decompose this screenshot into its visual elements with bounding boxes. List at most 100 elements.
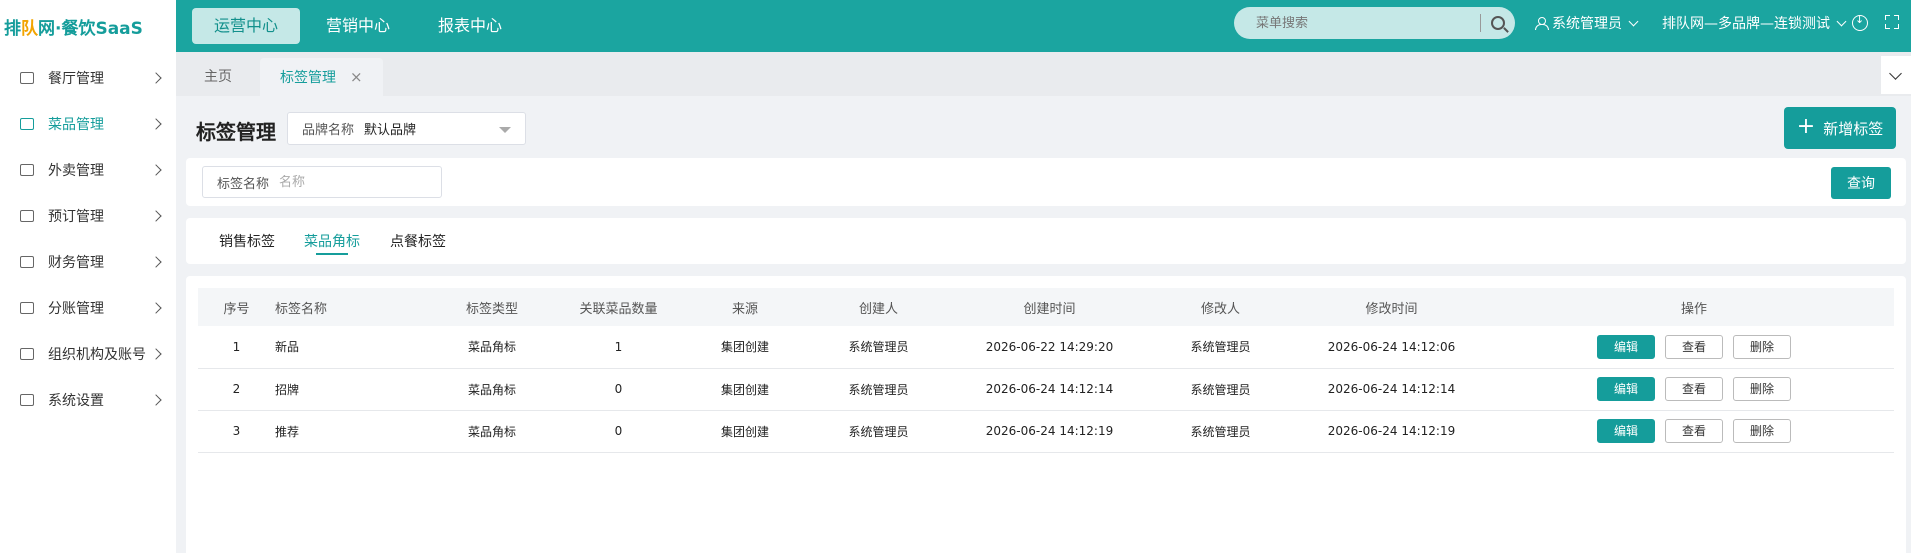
tab-home[interactable]: 主页 bbox=[184, 58, 252, 96]
view-button[interactable]: 查看 bbox=[1665, 419, 1723, 443]
close-icon[interactable]: × bbox=[350, 68, 363, 86]
store-icon bbox=[20, 72, 34, 84]
view-button[interactable]: 查看 bbox=[1665, 377, 1723, 401]
tag-type-tabs: 销售标签 菜品角标 点餐标签 bbox=[186, 218, 1906, 264]
edit-button[interactable]: 编辑 bbox=[1597, 419, 1655, 443]
logo-area: 排队网·餐饮SaaS bbox=[0, 0, 176, 52]
reservation-icon bbox=[20, 210, 34, 222]
cell-source: 集团创建 bbox=[680, 326, 810, 369]
cell-modified-time: 2026-06-24 14:12:06 bbox=[1289, 326, 1494, 369]
chevron-right-icon bbox=[150, 164, 162, 176]
user-menu[interactable]: 系统管理员 bbox=[1535, 0, 1639, 46]
menu-search-input[interactable] bbox=[1256, 15, 1476, 31]
cell-created-time: 2026-06-24 14:12:19 bbox=[947, 410, 1152, 453]
edit-button[interactable]: 编辑 bbox=[1597, 377, 1655, 401]
cell-tag-type: 菜品角标 bbox=[427, 368, 557, 411]
sidebar-item-label: 菜品管理 bbox=[48, 117, 104, 133]
tag-table: 序号 标签名称 标签类型 关联菜品数量 来源 创建人 创建时间 修改人 修改时间… bbox=[198, 288, 1894, 453]
cell-source: 集团创建 bbox=[680, 368, 810, 411]
query-button[interactable]: 查询 bbox=[1831, 167, 1891, 199]
cell-dish-count: 0 bbox=[557, 368, 680, 411]
col-actions: 操作 bbox=[1494, 288, 1894, 326]
sidebar-item-label: 预订管理 bbox=[48, 209, 104, 225]
cell-creator: 系统管理员 bbox=[810, 410, 947, 453]
menu-search bbox=[1234, 7, 1515, 39]
cell-created-time: 2026-06-24 14:12:14 bbox=[947, 368, 1152, 411]
chevron-right-icon bbox=[150, 256, 162, 268]
cell-actions: 编辑 查看 删除 bbox=[1494, 368, 1894, 411]
cell-modified-time: 2026-06-24 14:12:19 bbox=[1289, 410, 1494, 453]
sidebar-item-restaurant[interactable]: 餐厅管理 bbox=[0, 55, 176, 101]
sidebar-item-label: 外卖管理 bbox=[48, 163, 104, 179]
logo[interactable]: 排队网·餐饮SaaS bbox=[4, 14, 143, 39]
subtab-order-tags[interactable]: 点餐标签 bbox=[390, 231, 446, 251]
tab-tag-management[interactable]: 标签管理 × bbox=[260, 58, 383, 96]
chevron-right-icon bbox=[150, 72, 162, 84]
subtab-dish-badges[interactable]: 菜品角标 bbox=[304, 231, 360, 251]
sidebar-item-dishes[interactable]: 菜品管理 bbox=[0, 101, 176, 147]
col-dish-count: 关联菜品数量 bbox=[557, 288, 680, 326]
tag-name-filter-label: 标签名称 bbox=[217, 176, 270, 192]
chevron-right-icon bbox=[150, 118, 162, 130]
org-icon bbox=[20, 348, 34, 360]
cell-modifier: 系统管理员 bbox=[1152, 326, 1289, 369]
sidebar-item-org[interactable]: 组织机构及账号 bbox=[0, 331, 176, 377]
nav-reports[interactable]: 报表中心 bbox=[416, 8, 524, 44]
cell-tag-name: 推荐 bbox=[275, 410, 427, 453]
sidebar-item-label: 财务管理 bbox=[48, 255, 104, 271]
chevron-right-icon bbox=[150, 348, 162, 360]
tag-name-input[interactable] bbox=[279, 174, 430, 190]
takeout-icon bbox=[20, 164, 34, 176]
chevron-down-icon bbox=[1628, 16, 1639, 26]
sidebar-item-reservation[interactable]: 预订管理 bbox=[0, 193, 176, 239]
cell-actions: 编辑 查看 删除 bbox=[1494, 410, 1894, 453]
brand-select-label: 品牌名称 bbox=[302, 123, 355, 138]
nav-marketing[interactable]: 营销中心 bbox=[304, 8, 412, 44]
table-header-row: 序号 标签名称 标签类型 关联菜品数量 来源 创建人 创建时间 修改人 修改时间… bbox=[198, 288, 1894, 326]
fullscreen-icon[interactable] bbox=[1885, 15, 1899, 29]
col-source: 来源 bbox=[680, 288, 810, 326]
download-icon[interactable] bbox=[1852, 13, 1868, 31]
subtab-sales-tags[interactable]: 销售标签 bbox=[219, 231, 275, 251]
caret-down-icon bbox=[499, 127, 511, 133]
settings-icon bbox=[20, 394, 34, 406]
cell-modifier: 系统管理员 bbox=[1152, 410, 1289, 453]
add-tag-button[interactable]: + 新增标签 bbox=[1784, 107, 1896, 149]
cell-created-time: 2026-06-22 14:29:20 bbox=[947, 326, 1152, 369]
delete-button[interactable]: 删除 bbox=[1733, 419, 1791, 443]
cell-modified-time: 2026-06-24 14:12:14 bbox=[1289, 368, 1494, 411]
sidebar-item-finance[interactable]: 财务管理 bbox=[0, 239, 176, 285]
delete-button[interactable]: 删除 bbox=[1733, 377, 1791, 401]
cell-tag-name: 招牌 bbox=[275, 368, 427, 411]
search-divider bbox=[1480, 14, 1481, 32]
chevron-down-icon bbox=[1836, 16, 1847, 26]
plus-icon: + bbox=[1796, 114, 1816, 139]
sidebar-item-split[interactable]: 分账管理 bbox=[0, 285, 176, 331]
chevron-right-icon bbox=[150, 394, 162, 406]
sidebar-item-takeout[interactable]: 外卖管理 bbox=[0, 147, 176, 193]
table-row: 2 招牌 菜品角标 0 集团创建 系统管理员 2026-06-24 14:12:… bbox=[198, 368, 1894, 411]
col-creator: 创建人 bbox=[810, 288, 947, 326]
sidebar-item-label: 组织机构及账号 bbox=[48, 347, 146, 363]
tab-strip: 主页 标签管理 × bbox=[176, 52, 1911, 96]
view-button[interactable]: 查看 bbox=[1665, 334, 1723, 359]
tab-more-chevron-icon[interactable] bbox=[1881, 56, 1911, 94]
brand-select-value: 默认品牌 bbox=[364, 123, 417, 138]
sidebar-item-settings[interactable]: 系统设置 bbox=[0, 377, 176, 423]
search-icon[interactable] bbox=[1491, 16, 1505, 30]
edit-button[interactable]: 编辑 bbox=[1597, 334, 1655, 359]
cell-creator: 系统管理员 bbox=[810, 326, 947, 369]
chevron-right-icon bbox=[150, 302, 162, 314]
filter-panel: 标签名称 查询 bbox=[186, 158, 1906, 206]
brand-select[interactable]: 品牌名称 默认品牌 bbox=[287, 112, 526, 145]
sidebar-item-label: 餐厅管理 bbox=[48, 71, 104, 87]
nav-operations[interactable]: 运营中心 bbox=[192, 8, 301, 44]
sidebar-item-label: 系统设置 bbox=[48, 393, 104, 409]
cell-tag-type: 菜品角标 bbox=[427, 410, 557, 453]
cell-seq: 2 bbox=[198, 368, 275, 411]
cell-seq: 3 bbox=[198, 410, 275, 453]
brand-selector[interactable]: 排队网—多品牌—连锁测试 bbox=[1662, 0, 1847, 46]
cell-creator: 系统管理员 bbox=[810, 368, 947, 411]
tag-table-panel: 序号 标签名称 标签类型 关联菜品数量 来源 创建人 创建时间 修改人 修改时间… bbox=[186, 276, 1906, 553]
delete-button[interactable]: 删除 bbox=[1733, 334, 1791, 359]
